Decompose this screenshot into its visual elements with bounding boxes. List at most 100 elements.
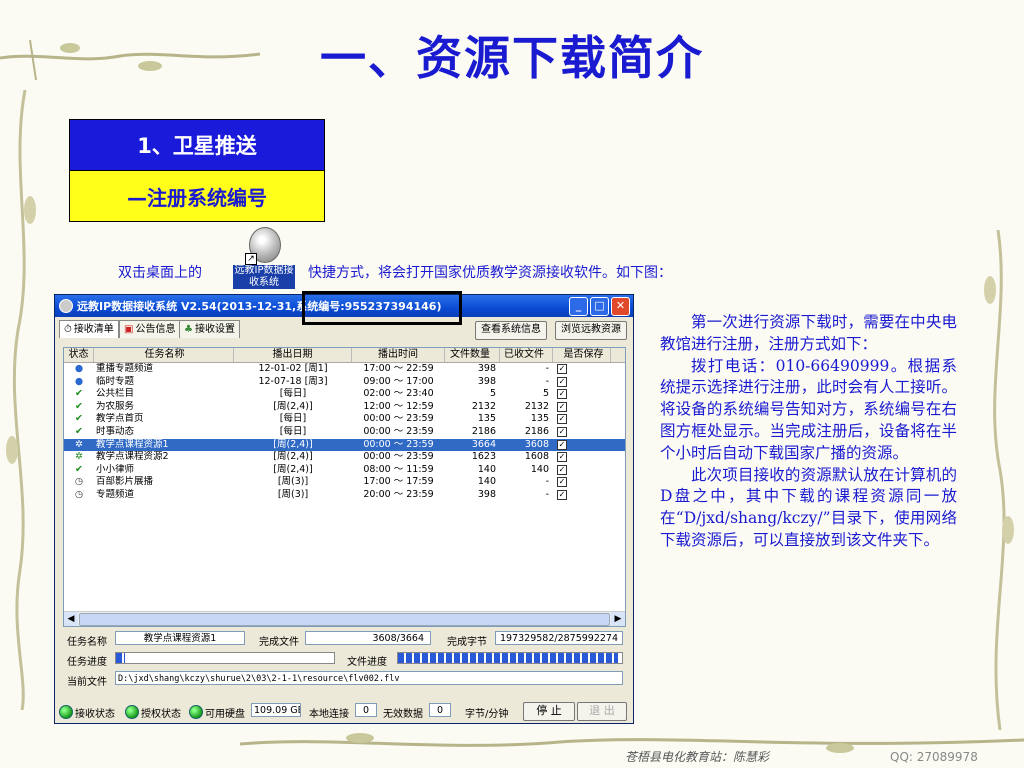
auth-status-icon (125, 705, 139, 719)
side-paragraph-3: 此次项目接收的资源默认放在计算机的 D盘之中，其中下载的课程资源同一放在“D/j… (660, 465, 957, 549)
task-progress-label: 任务进度 (67, 657, 107, 668)
side-description: 第一次进行资源下载时，需要在中央电教馆进行注册，注册方式如下： 拨打电话：010… (660, 312, 957, 552)
received-cell: 140 (530, 463, 549, 475)
table-row[interactable]: ● 重播专题频道 12-01-02 [周1] 17:00 ～ 22:59 398 - ✓ (64, 363, 625, 376)
save-checkbox[interactable]: ✓ (557, 489, 567, 500)
file-count-cell: 135 (477, 413, 496, 425)
tab-receive-list[interactable]: ⏱ 接收清单 (59, 320, 119, 338)
browse-resources-button[interactable]: 浏览远教资源 (555, 321, 627, 340)
save-checkbox[interactable]: ✓ (557, 439, 567, 450)
save-checkbox[interactable]: ✓ (557, 452, 567, 463)
receive-status-label: 接收状态 (75, 709, 115, 720)
received-cell: 3608 (524, 438, 549, 450)
horizontal-scrollbar[interactable]: ◀ ▶ (64, 611, 625, 626)
globe-icon: ● (74, 363, 84, 374)
stop-button[interactable]: 停 止 (523, 702, 575, 721)
table-row[interactable]: ◷ 百部影片展播 [周(3)] 17:00 ～ 17:59 140 - ✓ (64, 476, 625, 489)
save-checkbox[interactable]: ✓ (557, 477, 567, 488)
done-files-label: 完成文件 (259, 637, 299, 648)
check-icon: ✔ (75, 388, 83, 400)
received-cell: - (545, 488, 549, 500)
receive-status-icon (59, 705, 73, 719)
col-received[interactable]: 已收文件 (500, 348, 553, 362)
table-row[interactable]: ✲ 教学点课程资源1 [周(2,4)] 00:00 ～ 23:59 3664 3608 ✓ (64, 438, 625, 452)
table-row[interactable]: ✔ 小小律师 [周(2,4)] 08:00 ～ 11:59 140 140 ✓ (64, 464, 625, 477)
intro-text-before: 双击桌面上的 (118, 265, 202, 281)
heading-register-number: —注册系统编号 (69, 171, 325, 222)
save-checkbox[interactable]: ✓ (557, 414, 567, 425)
tab-notice[interactable]: ▣ 公告信息 (119, 320, 181, 338)
desktop-icon-label: 远教IP数据接收系统 (233, 265, 295, 289)
col-air-time[interactable]: 播出时间 (352, 348, 445, 362)
save-checkbox[interactable]: ✓ (557, 364, 567, 374)
close-button[interactable]: ✕ (611, 296, 630, 316)
disk-label: 可用硬盘 (205, 709, 245, 720)
received-cell: 135 (530, 413, 549, 425)
task-name-cell: 公共栏目 (96, 388, 135, 400)
task-progress-fill (116, 653, 125, 663)
slide: 一、资源下载简介 1、卫星推送 —注册系统编号 双击桌面上的 ↗ 远教IP数据接… (0, 0, 1024, 768)
file-count-cell: 2186 (471, 425, 496, 437)
done-bytes-field: 197329582/2875992274 (495, 631, 623, 645)
col-task-name[interactable]: 任务名称 (94, 348, 234, 362)
vine-decoration-left (6, 90, 36, 710)
running-icon: ✲ (75, 451, 83, 463)
table-row[interactable]: ✔ 公共栏目 [每日] 02:00 ～ 23:40 5 5 ✓ (64, 388, 625, 401)
task-list[interactable]: 状态 任务名称 播出日期 播出时间 文件数量 已收文件 是否保存 ● 重播专题频道… (63, 347, 626, 627)
view-system-info-button[interactable]: 查看系统信息 (475, 321, 547, 340)
air-time-cell: 20:00 ～ 23:59 (363, 488, 434, 500)
col-status[interactable]: 状态 (64, 348, 94, 362)
receiver-window: 远教IP数据接收系统 V2.54(2013-12-31,系统编号:9552373… (54, 294, 634, 724)
save-checkbox[interactable]: ✓ (557, 389, 567, 400)
received-cell: 1608 (524, 451, 549, 463)
system-number-highlight-box (302, 291, 462, 325)
maximize-button[interactable]: □ (590, 296, 609, 316)
done-bytes-label: 完成字节 (447, 637, 487, 648)
air-time-cell: 08:00 ～ 11:59 (363, 463, 434, 475)
table-row[interactable]: ● 临时专题 12-07-18 [周3] 09:00 ～ 17:00 398 - ✓ (64, 376, 625, 389)
table-row[interactable]: ✲ 教学点课程资源2 [周(2,4)] 00:00 ～ 23:59 1623 1608 ✓ (64, 451, 625, 464)
air-time-cell: 00:00 ～ 23:59 (363, 438, 434, 450)
vine-decoration-right (984, 230, 1014, 730)
slide-title: 一、资源下载简介 (320, 31, 704, 85)
save-checkbox[interactable]: ✓ (557, 426, 567, 437)
air-date-cell: 12-01-02 [周1] (258, 363, 328, 374)
current-file-label: 当前文件 (67, 677, 107, 688)
disk-status-icon (189, 705, 203, 719)
col-file-count[interactable]: 文件数量 (445, 348, 500, 362)
tab-settings[interactable]: ♣ 接收设置 (179, 320, 240, 338)
file-progress-bar (397, 652, 623, 664)
disk-field: 109.09 GB (251, 703, 301, 717)
task-name-cell: 教学点课程资源1 (96, 438, 169, 450)
scroll-right-icon[interactable]: ▶ (611, 612, 625, 626)
check-icon: ✔ (75, 400, 83, 412)
scroll-left-icon[interactable]: ◀ (64, 612, 78, 626)
air-date-cell: [每日] (279, 425, 307, 437)
col-air-date[interactable]: 播出日期 (234, 348, 352, 362)
air-date-cell: [周(3)] (277, 476, 309, 488)
save-checkbox[interactable]: ✓ (557, 464, 567, 475)
received-cell: 2186 (524, 425, 549, 437)
desktop-shortcut-icon[interactable]: ↗ 远教IP数据接收系统 (231, 225, 297, 291)
col-save[interactable]: 是否保存 (553, 348, 611, 362)
table-row[interactable]: ✔ 为农服务 [周(2,4)] 12:00 ～ 12:59 2132 2132 ✓ (64, 401, 625, 414)
save-checkbox[interactable]: ✓ (557, 401, 567, 412)
air-time-cell: 09:00 ～ 17:00 (363, 375, 434, 387)
file-count-cell: 140 (477, 476, 496, 488)
table-row[interactable]: ◷ 专题频道 [周(3)] 20:00 ～ 23:59 398 - ✓ (64, 489, 625, 502)
auth-status-label: 授权状态 (141, 709, 181, 720)
file-progress-label: 文件进度 (347, 657, 387, 668)
file-progress-fill (398, 653, 618, 663)
task-name-cell: 时事动态 (96, 425, 135, 437)
globe-icon: ● (74, 375, 84, 387)
save-checkbox[interactable]: ✓ (557, 376, 567, 387)
shortcut-arrow-icon: ↗ (245, 253, 257, 265)
received-cell: - (545, 363, 549, 374)
exit-button[interactable]: 退 出 (577, 702, 627, 721)
air-time-cell: 00:00 ～ 23:59 (363, 425, 434, 437)
scroll-thumb[interactable] (79, 613, 610, 626)
minimize-button[interactable]: _ (569, 296, 588, 316)
clock-icon: ⏱ (64, 324, 72, 335)
table-row[interactable]: ✔ 时事动态 [每日] 00:00 ～ 23:59 2186 2186 ✓ (64, 426, 625, 439)
table-row[interactable]: ✔ 教学点首页 [每日] 00:00 ～ 23:59 135 135 ✓ (64, 413, 625, 426)
